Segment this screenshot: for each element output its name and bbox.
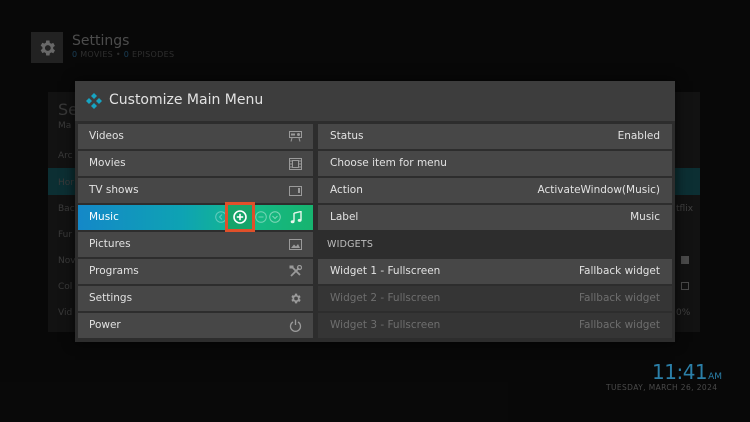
menu-item-tv-shows[interactable]: TV shows <box>78 178 313 203</box>
menu-item-music[interactable]: Music <box>78 202 313 232</box>
menu-item-label: Movies <box>89 157 126 169</box>
property-label: Status <box>330 130 364 142</box>
menu-item-label: Pictures <box>89 238 131 250</box>
property-label: Label <box>330 211 359 223</box>
gear-icon <box>288 291 303 306</box>
widget-value: Fallback widget <box>578 265 660 277</box>
menu-item-pictures[interactable]: Pictures <box>78 232 313 257</box>
power-icon <box>288 318 303 333</box>
menu-item-movies[interactable]: Movies <box>78 151 313 176</box>
music-note-icon <box>288 210 303 225</box>
menu-item-label: Programs <box>89 265 139 277</box>
film-icon <box>288 156 303 171</box>
property-value: Enabled <box>617 130 660 142</box>
picture-icon <box>288 237 303 252</box>
dialog-title: Customize Main Menu <box>109 92 264 108</box>
property-label: Action <box>330 184 363 196</box>
menu-item-settings[interactable]: Settings <box>78 286 313 311</box>
tools-icon <box>288 264 303 279</box>
menu-item-label: TV shows <box>89 184 139 196</box>
projector-icon <box>288 129 303 144</box>
menu-item-label: Power <box>89 319 121 331</box>
property-label: Choose item for menu <box>330 157 447 169</box>
remove-item-icon[interactable] <box>254 210 268 224</box>
widget-label: Widget 2 - Fullscreen <box>330 292 441 304</box>
widget-label: Widget 3 - Fullscreen <box>330 319 441 331</box>
property-value: Music <box>630 211 660 223</box>
menu-item-power[interactable]: Power <box>78 313 313 338</box>
widget-2[interactable]: Widget 2 - Fullscreen Fallback widget <box>318 286 672 311</box>
property-action[interactable]: Action ActivateWindow(Music) <box>318 178 672 203</box>
widget-label: Widget 1 - Fullscreen <box>330 265 441 277</box>
add-item-button[interactable] <box>225 202 255 232</box>
property-label-field[interactable]: Label Music <box>318 205 672 230</box>
widget-1[interactable]: Widget 1 - Fullscreen Fallback widget <box>318 259 672 284</box>
kodi-logo-icon <box>86 93 102 109</box>
menu-item-label: Settings <box>89 292 133 304</box>
widgets-section-header: WIDGETS <box>327 239 374 250</box>
move-down-icon[interactable] <box>268 210 282 224</box>
plus-circle-icon <box>233 210 247 224</box>
widget-value: Fallback widget <box>578 292 660 304</box>
customize-main-menu-dialog: Customize Main Menu Videos Movies TV sho… <box>75 81 675 342</box>
clock: 11:41AM <box>652 360 723 384</box>
widget-value: Fallback widget <box>578 319 660 331</box>
property-value: ActivateWindow(Music) <box>537 184 661 196</box>
menu-item-programs[interactable]: Programs <box>78 259 313 284</box>
menu-item-label: Videos <box>89 130 124 142</box>
tv-icon <box>288 183 303 198</box>
menu-item-label: Music <box>89 211 119 223</box>
property-status[interactable]: Status Enabled <box>318 124 672 149</box>
property-choose-item[interactable]: Choose item for menu <box>318 151 672 176</box>
dialog-titlebar: Customize Main Menu <box>75 81 675 121</box>
menu-item-videos[interactable]: Videos <box>78 124 313 149</box>
date: TUESDAY, MARCH 26, 2024 <box>606 383 718 392</box>
widget-3[interactable]: Widget 3 - Fullscreen Fallback widget <box>318 313 672 338</box>
